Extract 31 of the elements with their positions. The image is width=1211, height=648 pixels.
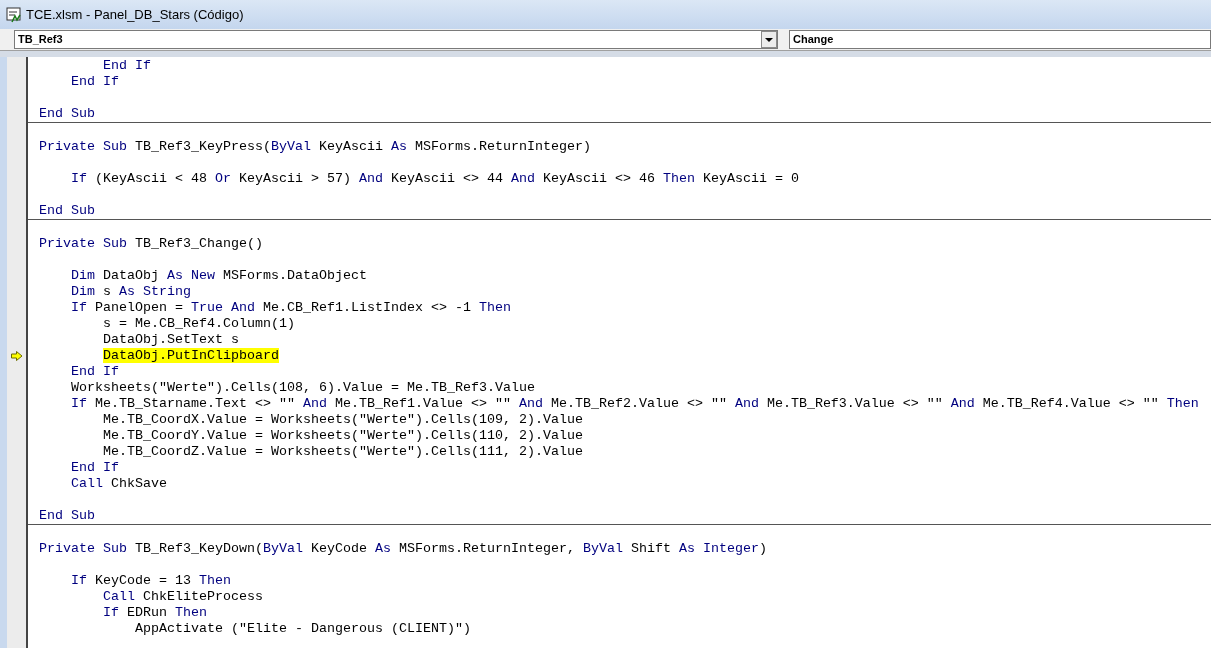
code-line: Call ChkSave — [71, 476, 167, 491]
code-line: End Sub — [39, 106, 95, 121]
code-line: s = Me.CB_Ref4.Column(1) — [103, 316, 295, 331]
code-line: End If — [71, 364, 119, 379]
code-line: Worksheets("Werte").Cells(108, 6).Value = Me.TB_Ref3.Value — [71, 380, 535, 395]
code-line: Private Sub TB_Ref3_KeyPress(ByVal KeyAscii As MSForms.ReturnInteger) — [39, 139, 591, 154]
execution-arrow-icon — [10, 351, 23, 361]
code-line: Dim s As String — [71, 284, 191, 299]
code-line: Me.TB_CoordY.Value = Worksheets("Werte").Cells(110, 2).Value — [103, 428, 583, 443]
code-line: End If — [71, 74, 119, 89]
code-line: End If — [103, 58, 151, 73]
code-line: End If — [71, 460, 119, 475]
code-line: Me.TB_CoordZ.Value = Worksheets("Werte").Cells(111, 2).Value — [103, 444, 583, 459]
code-line: DataObj.SetText s — [103, 332, 239, 347]
object-dropdown[interactable]: TB_Ref3 — [14, 30, 778, 49]
code-line: End Sub — [39, 203, 95, 218]
code-line: Dim DataObj As New MSForms.DataObject — [71, 268, 367, 283]
code-line: If KeyCode = 13 Then — [71, 573, 231, 588]
code-line: If (KeyAscii < 48 Or KeyAscii > 57) And KeyAscii <> 44 And KeyAscii <> 46 Then KeyAscii = 0 — [71, 171, 799, 186]
code-line: Private Sub TB_Ref3_KeyDown(ByVal KeyCode As MSForms.ReturnInteger, ByVal Shift As Integer) — [39, 541, 767, 556]
code-line: If Me.TB_Starname.Text <> "" And Me.TB_Ref1.Value <> "" And Me.TB_Ref2.Value <> "" And Me.TB_Ref3.Value <> "" And Me.TB_Ref4.Value <> "" Then — [71, 396, 1199, 411]
procedure-dropdown[interactable]: Change — [789, 30, 1211, 49]
code-window-icon — [6, 6, 22, 23]
code-line: If PanelOpen = True And Me.CB_Ref1.ListIndex <> -1 Then — [71, 300, 511, 315]
code-line: AppActivate ("Elite - Dangerous (CLIENT)") — [135, 621, 471, 636]
code-line: Me.TB_CoordX.Value = Worksheets("Werte").Cells(109, 2).Value — [103, 412, 583, 427]
code-line: Call ChkEliteProcess — [103, 589, 263, 604]
code-line: End Sub — [39, 508, 95, 523]
code-line: If EDRun Then — [103, 605, 207, 620]
window-title: TCE.xlsm - Panel_DB_Stars (Código) — [26, 5, 244, 24]
code-line: Private Sub TB_Ref3_Change() — [39, 236, 263, 251]
